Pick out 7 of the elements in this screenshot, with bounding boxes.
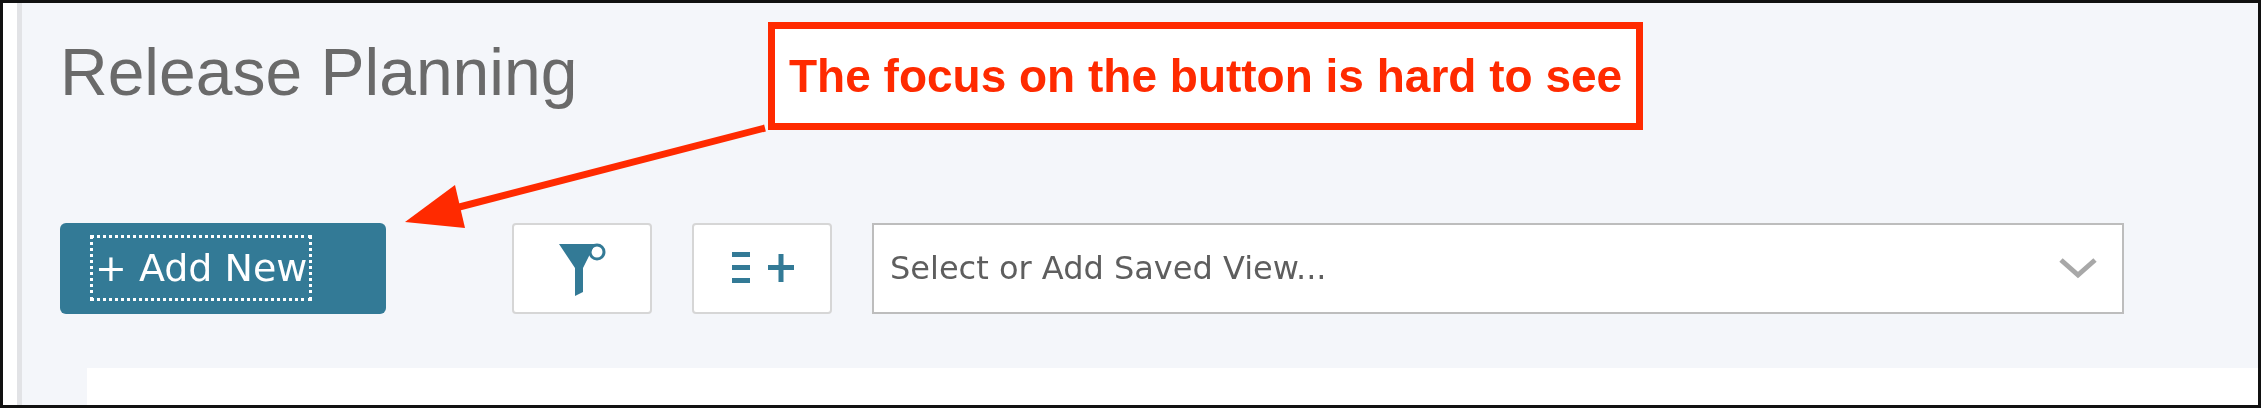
saved-view-select[interactable]: Select or Add Saved View... [872,222,2124,314]
page-title: Release Planning [60,34,579,111]
chevron-down-icon [2058,256,2098,279]
column-add-button[interactable] [692,222,832,314]
add-new-button[interactable]: + Add New [60,222,386,314]
annotation-callout: The focus on the button is hard to see [768,22,1644,130]
filter-button[interactable] [512,222,652,314]
